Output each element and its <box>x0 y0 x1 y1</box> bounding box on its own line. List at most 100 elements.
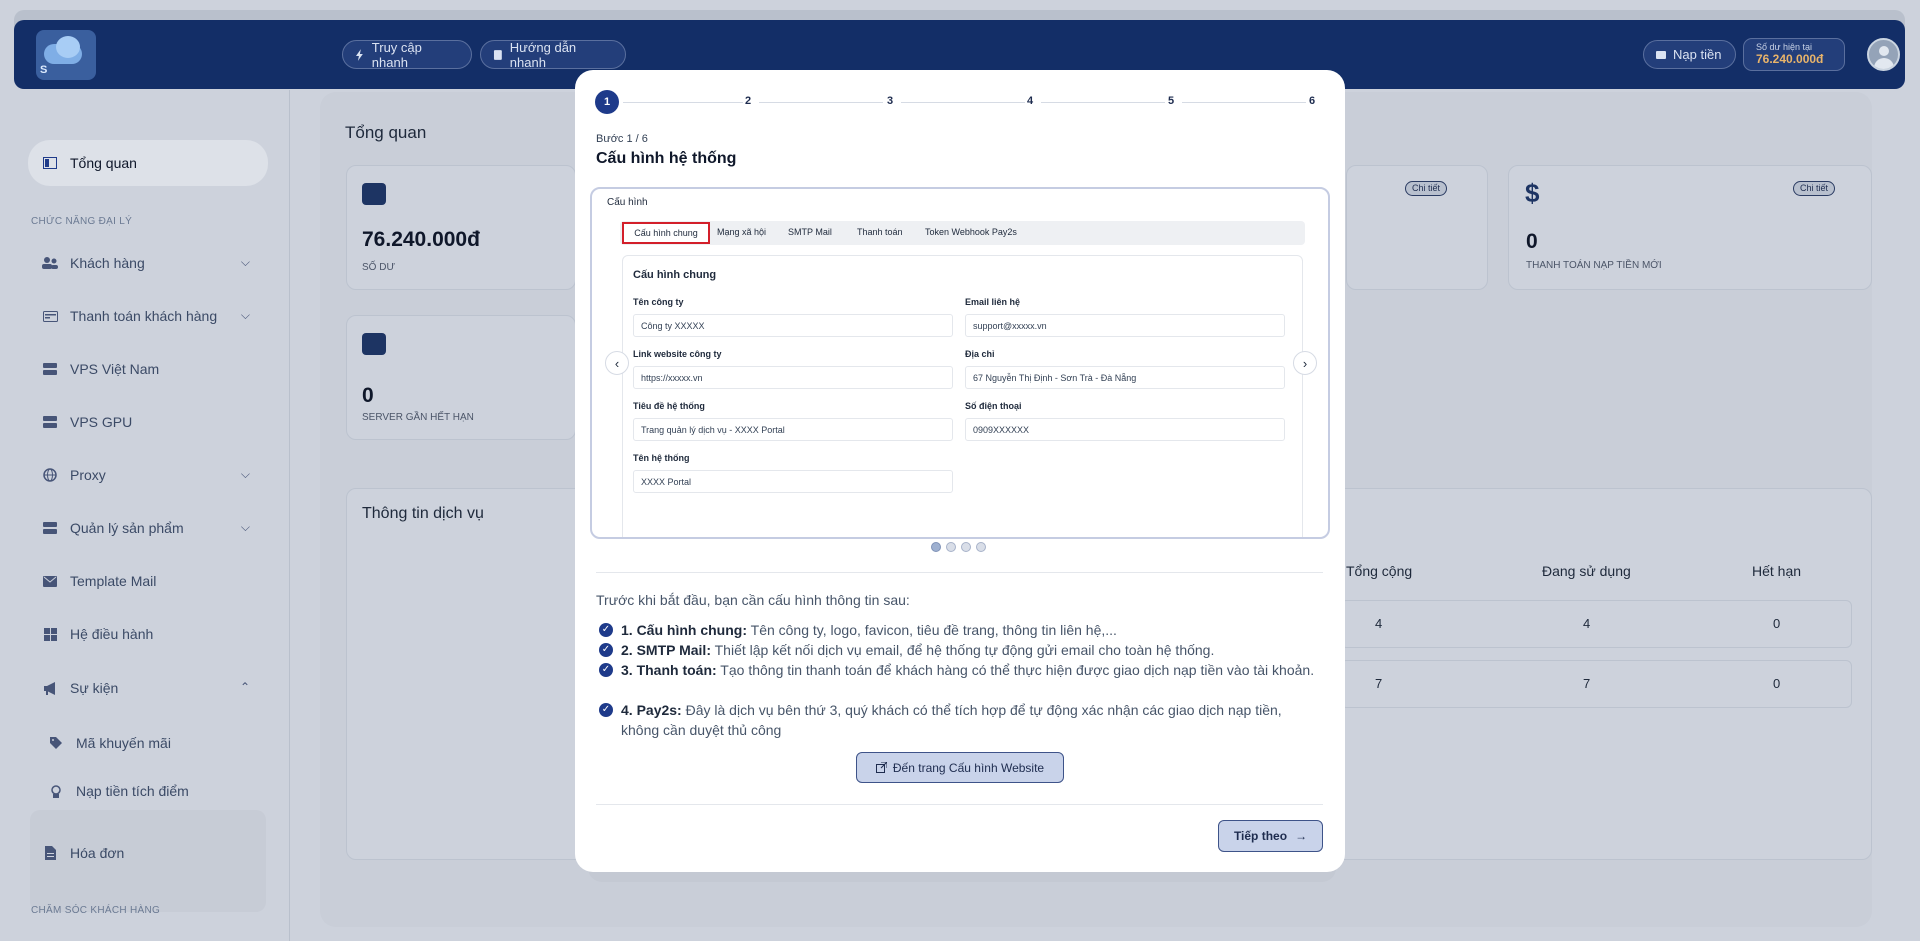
tab-general-config[interactable]: Cấu hình chung <box>622 222 710 244</box>
prev-slide-button[interactable]: ‹ <box>605 351 629 375</box>
balance-display[interactable]: Số dư hiện tại 76.240.000đ <box>1743 38 1845 71</box>
sidebar-subitem-points-topup[interactable]: Nạp tiền tích điểm <box>34 768 274 814</box>
users-icon <box>42 255 58 271</box>
step-indicator-active[interactable]: 1 <box>595 90 619 114</box>
sidebar-item-os[interactable]: Hệ điều hành <box>28 611 268 657</box>
sidebar-item-vps-gpu[interactable]: VPS GPU <box>28 399 268 445</box>
tab-webhook[interactable]: Token Webhook Pay2s <box>925 227 1017 237</box>
slide-dot[interactable] <box>976 542 986 552</box>
intro-text: Trước khi bắt đầu, bạn cần cấu hình thôn… <box>596 592 910 608</box>
tab-payment[interactable]: Thanh toán <box>857 227 903 237</box>
dashboard-icon <box>42 155 58 171</box>
server-icon <box>42 520 58 536</box>
wallet-icon <box>362 183 386 205</box>
sidebar-item-proxy[interactable]: Proxy ⌵ <box>28 452 268 498</box>
bolt-icon <box>355 48 363 61</box>
service-info-title: Thông tin dịch vụ <box>362 505 484 522</box>
dollar-icon: $ <box>1525 178 1540 208</box>
arrow-right-icon: → <box>1295 829 1308 843</box>
section-agent-label: CHỨC NĂNG ĐẠI LÝ <box>31 216 133 227</box>
sidebar-item-product-management[interactable]: Quản lý sản phẩm ⌵ <box>28 505 268 551</box>
mail-icon <box>42 573 58 589</box>
wallet-icon <box>1656 50 1666 59</box>
sidebar-item-customer-payment[interactable]: Thanh toán khách hàng ⌵ <box>28 293 268 339</box>
table-header: Tổng cộng <box>1346 563 1413 579</box>
chevron-down-icon: ⌵ <box>240 308 250 322</box>
tag-icon <box>48 735 64 751</box>
service-card-partial: Chi tiết <box>1346 165 1488 290</box>
quick-guide-button[interactable]: Hướng dẫn nhanh <box>480 40 626 70</box>
sidebar-item-template-mail[interactable]: Template Mail <box>28 558 268 604</box>
next-slide-button[interactable]: › <box>1293 351 1317 375</box>
sidebar-item-overview[interactable]: Tổng quan <box>28 140 268 186</box>
setup-wizard-modal: 1 2 3 4 5 6 Bước 1 / 6 Cấu hình hệ thống… <box>575 70 1345 872</box>
check-circle-icon: ✓ <box>599 623 613 637</box>
slide-dot[interactable] <box>961 542 971 552</box>
server-icon <box>42 414 58 430</box>
next-button[interactable]: Tiếp theo → <box>1218 820 1323 852</box>
system-title-field[interactable]: Trang quản lý dịch vụ - XXXX Portal <box>633 418 953 441</box>
list-item: ✓ 4. Pay2s: Đây là dịch vụ bên thứ 3, qu… <box>599 700 1319 740</box>
external-link-icon <box>875 762 887 773</box>
tab-social[interactable]: Mạng xã hội <box>717 227 766 237</box>
config-preview-slide: Cấu hình Cấu hình chung Mạng xã hội SMTP… <box>590 187 1330 539</box>
check-circle-icon: ✓ <box>599 643 613 657</box>
topup-button[interactable]: Nạp tiền <box>1643 40 1736 69</box>
sidebar-item-vps-vietnam[interactable]: VPS Việt Nam <box>28 346 268 392</box>
check-circle-icon: ✓ <box>599 703 613 717</box>
payment-topup-card: $ Chi tiết 0 THANH TOÁN NẠP TIỀN MỚI <box>1508 165 1872 290</box>
chevron-up-icon: ⌃ <box>239 680 250 694</box>
table-header: Đang sử dụng <box>1542 563 1631 579</box>
user-avatar[interactable] <box>1867 38 1900 71</box>
list-item: ✓ 2. SMTP Mail: Thiết lập kết nối dịch v… <box>599 640 1319 660</box>
windows-icon <box>42 626 58 642</box>
sidebar-subitem-promo[interactable]: Mã khuyến mãi <box>34 720 274 766</box>
sidebar-item-events[interactable]: Sự kiện ⌃ <box>28 665 268 711</box>
phone-field[interactable]: 0909XXXXXX <box>965 418 1285 441</box>
website-field[interactable]: https://xxxxx.vn <box>633 366 953 389</box>
preview-heading: Cấu hình <box>607 197 648 208</box>
slide-dot[interactable] <box>946 542 956 552</box>
book-icon <box>493 49 502 60</box>
list-item: ✓ 1. Cấu hình chung: Tên công ty, logo, … <box>599 620 1319 640</box>
general-config-form: Cấu hình chung Tên công ty Công ty XXXXX… <box>622 255 1303 537</box>
brand-logo[interactable]: S <box>36 30 96 80</box>
contact-email-field[interactable]: support@xxxxx.vn <box>965 314 1285 337</box>
modal-title: Cấu hình hệ thống <box>596 150 737 167</box>
megaphone-icon <box>42 680 58 696</box>
step-indicator[interactable]: 2 <box>745 95 751 107</box>
company-name-field[interactable]: Công ty XXXXX <box>633 314 953 337</box>
globe-icon <box>42 467 58 483</box>
card-icon <box>42 308 58 324</box>
sidebar-item-customers[interactable]: Khách hàng ⌵ <box>28 240 268 286</box>
balance-card: 76.240.000đ SỐ DƯ <box>346 165 576 290</box>
slide-pagination <box>931 542 986 552</box>
go-to-website-config-button[interactable]: Đến trang Cấu hình Website <box>856 752 1064 783</box>
step-indicator[interactable]: 3 <box>887 95 893 107</box>
tab-smtp[interactable]: SMTP Mail <box>788 227 832 237</box>
quick-access-button[interactable]: Truy cập nhanh <box>342 40 472 70</box>
page-title: Tổng quan <box>345 123 427 142</box>
detail-chip[interactable]: Chi tiết <box>1405 181 1448 196</box>
list-item: ✓ 3. Thanh toán: Tạo thông tin thanh toá… <box>599 660 1319 680</box>
address-field[interactable]: 67 Nguyễn Thị Định - Sơn Trà - Đà Nẵng <box>965 366 1285 389</box>
system-name-field[interactable]: XXXX Portal <box>633 470 953 493</box>
step-indicator[interactable]: 4 <box>1027 95 1033 107</box>
step-indicator[interactable]: 6 <box>1309 95 1315 107</box>
section-care-label: CHĂM SÓC KHÁCH HÀNG <box>31 905 161 916</box>
preview-tab-bar: Cấu hình chung Mạng xã hội SMTP Mail Tha… <box>620 221 1305 245</box>
server-icon <box>42 361 58 377</box>
step-counter: Bước 1 / 6 <box>596 133 648 145</box>
chevron-down-icon: ⌵ <box>240 255 250 269</box>
invoice-icon <box>42 845 58 861</box>
detail-chip[interactable]: Chi tiết <box>1793 181 1836 196</box>
step-indicator[interactable]: 5 <box>1168 95 1174 107</box>
chevron-down-icon: ⌵ <box>240 467 250 481</box>
server-icon <box>362 333 386 355</box>
expiring-server-card: 0 SERVER GẦN HẾT HẠN <box>346 315 576 440</box>
sidebar-item-invoice[interactable]: Hóa đơn <box>28 830 268 876</box>
table-header: Hết hạn <box>1752 563 1802 579</box>
slide-dot[interactable] <box>931 542 941 552</box>
chevron-down-icon: ⌵ <box>240 520 250 534</box>
check-circle-icon: ✓ <box>599 663 613 677</box>
